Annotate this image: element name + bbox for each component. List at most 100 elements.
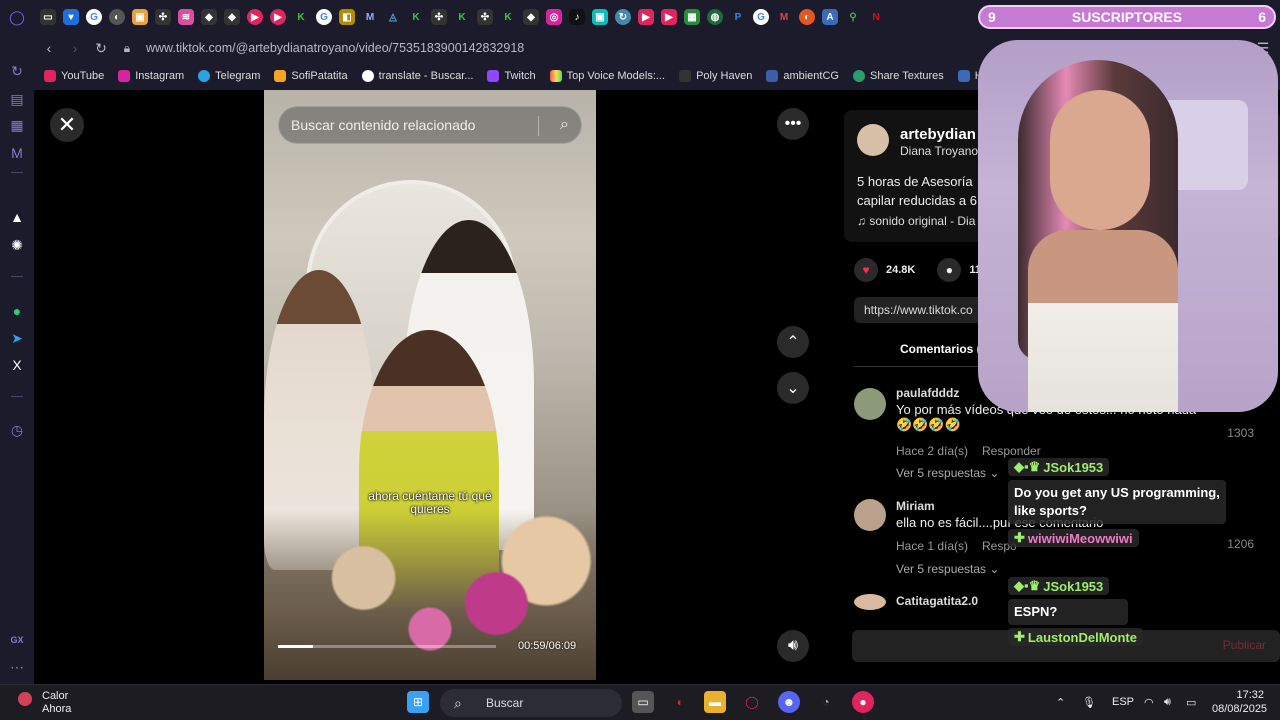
x-icon[interactable]: X bbox=[8, 356, 26, 374]
comment-icon[interactable]: ● bbox=[937, 258, 962, 282]
tab-icon[interactable]: ✣ bbox=[477, 9, 493, 25]
tab-icon[interactable]: ▣ bbox=[592, 9, 608, 25]
kick-icon[interactable]: K bbox=[293, 9, 309, 25]
bookmark-youtube[interactable]: YouTube bbox=[44, 70, 104, 82]
avatar[interactable] bbox=[854, 388, 886, 420]
bookmark-instagram[interactable]: Instagram bbox=[118, 70, 184, 82]
avatar[interactable] bbox=[854, 594, 886, 610]
clock[interactable]: 17:32 08/08/2025 bbox=[1212, 688, 1267, 716]
chevron-down-icon[interactable]: ⌄ bbox=[777, 372, 809, 404]
app-icon[interactable]: ◖ bbox=[668, 691, 690, 713]
discord-icon[interactable]: ☻ bbox=[778, 691, 800, 713]
tab-icon[interactable]: ✣ bbox=[431, 9, 447, 25]
telegram-icon[interactable]: ➤ bbox=[8, 329, 26, 347]
tab-icon[interactable]: A bbox=[822, 9, 838, 25]
tab-icon[interactable]: ◬ bbox=[385, 9, 401, 25]
app-icon[interactable]: ◔ bbox=[815, 691, 837, 713]
tab-icon[interactable]: ≋ bbox=[178, 9, 194, 25]
post-sound[interactable]: ♫ sonido original - Dia bbox=[857, 214, 975, 228]
reply-button[interactable]: Responder bbox=[982, 444, 1041, 458]
avatar[interactable] bbox=[854, 499, 886, 531]
kick-icon[interactable]: K bbox=[454, 9, 470, 25]
comment-author[interactable]: Miriam bbox=[896, 499, 935, 513]
view-replies-button[interactable]: Ver 5 respuestas ⌄ bbox=[896, 466, 999, 480]
chevron-up-icon[interactable]: ⌃ bbox=[777, 326, 809, 358]
opera-gx-icon[interactable]: ◯ bbox=[741, 691, 763, 713]
google-icon[interactable]: G bbox=[316, 9, 332, 25]
aria-icon[interactable]: ▲ bbox=[8, 208, 26, 226]
tab-icon[interactable]: ◐ bbox=[799, 9, 815, 25]
tab-icon[interactable]: ▶ bbox=[270, 9, 286, 25]
opera-logo-icon[interactable]: ◯ bbox=[8, 8, 26, 26]
twitch-icon[interactable]: ▦ bbox=[8, 116, 26, 134]
microphone-icon[interactable]: 🎙︎ bbox=[1082, 696, 1096, 709]
language-indicator[interactable]: ESP bbox=[1112, 696, 1134, 708]
reload-icon[interactable]: ↻ bbox=[90, 37, 112, 59]
tab-icon[interactable]: ↻ bbox=[615, 9, 631, 25]
bookmark-poly-haven[interactable]: Poly Haven bbox=[679, 70, 752, 82]
file-explorer-icon[interactable]: ▬ bbox=[704, 691, 726, 713]
volume-icon[interactable]: 🔊︎ bbox=[1164, 696, 1171, 709]
bookmark-top-voice-models[interactable]: Top Voice Models:... bbox=[549, 70, 665, 82]
video-player[interactable]: ahora cuéntame tú qué quieres Buscar con… bbox=[264, 90, 596, 680]
maps-icon[interactable]: ⚲ bbox=[845, 9, 861, 25]
tab-icon[interactable]: ◧ bbox=[339, 9, 355, 25]
chevron-up-icon[interactable]: ⌃ bbox=[1056, 696, 1065, 709]
chatgpt-icon[interactable]: ✺ bbox=[8, 236, 26, 254]
bookmark-sofipatatita[interactable]: SofiPatatita bbox=[274, 70, 348, 82]
tab-icon[interactable]: ◆ bbox=[523, 9, 539, 25]
view-replies-button[interactable]: Ver 5 respuestas ⌄ bbox=[896, 562, 999, 576]
forward-icon[interactable]: › bbox=[64, 37, 86, 59]
tab-icon[interactable]: ▦ bbox=[684, 9, 700, 25]
youtube-icon[interactable]: ▶ bbox=[661, 9, 677, 25]
bookmark-translate[interactable]: translate - Buscar... bbox=[361, 70, 473, 82]
refresh-icon[interactable]: ↻ bbox=[8, 62, 26, 80]
tab-icon[interactable]: ◆ bbox=[224, 9, 240, 25]
workspace-icon[interactable]: ▤ bbox=[8, 90, 26, 108]
netflix-icon[interactable]: N bbox=[868, 9, 884, 25]
bookmark-twitch[interactable]: Twitch bbox=[487, 70, 536, 82]
google-icon[interactable]: G bbox=[86, 9, 102, 25]
task-view-icon[interactable]: ▭ bbox=[632, 691, 654, 713]
bookmark-share-textures[interactable]: Share Textures bbox=[852, 70, 944, 82]
whatsapp-icon[interactable]: ● bbox=[8, 302, 26, 320]
kick-icon[interactable]: K bbox=[408, 9, 424, 25]
back-icon[interactable]: ‹ bbox=[38, 37, 60, 59]
weather-widget[interactable]: Calor Ahora bbox=[18, 690, 71, 716]
comment-author[interactable]: Catitagatita2.0 bbox=[896, 594, 978, 608]
tab-icon[interactable]: ✣ bbox=[155, 9, 171, 25]
url-field[interactable]: www.tiktok.com/@artebydianatroyano/video… bbox=[146, 41, 524, 55]
tab-icon[interactable]: ▭ bbox=[40, 9, 56, 25]
tab-icon[interactable]: ▶ bbox=[247, 9, 263, 25]
battery-icon[interactable]: ▭ bbox=[1186, 696, 1196, 709]
post-username[interactable]: artebydian bbox=[900, 126, 976, 143]
tab-comments[interactable]: Comentarios ( bbox=[900, 342, 981, 356]
google-icon[interactable]: G bbox=[753, 9, 769, 25]
volume-icon[interactable]: 🔊︎ bbox=[777, 630, 809, 662]
wifi-icon[interactable]: ◠ bbox=[1144, 696, 1154, 709]
bookmark-telegram[interactable]: Telegram bbox=[198, 70, 260, 82]
comment-author[interactable]: paulafdddz bbox=[896, 386, 959, 400]
kick-icon[interactable]: K bbox=[500, 9, 516, 25]
youtube-icon[interactable]: ▶ bbox=[638, 9, 654, 25]
more-icon[interactable]: ⋯ bbox=[8, 658, 26, 676]
avatar[interactable] bbox=[857, 124, 889, 156]
tab-icon[interactable]: ◍ bbox=[707, 9, 723, 25]
more-options-icon[interactable]: ••• bbox=[777, 108, 809, 140]
video-progress-bar[interactable] bbox=[278, 645, 496, 648]
obs-icon[interactable]: ● bbox=[852, 691, 874, 713]
tab-icon[interactable]: ◆ bbox=[201, 9, 217, 25]
tab-icon[interactable]: ◐ bbox=[109, 9, 125, 25]
bookmark-ambientcg[interactable]: ambientCG bbox=[766, 70, 839, 82]
messenger-icon[interactable]: M bbox=[8, 144, 26, 162]
instagram-icon[interactable]: ◎ bbox=[546, 9, 562, 25]
search-icon[interactable]: ⌕ bbox=[560, 116, 569, 134]
paypal-icon[interactable]: P bbox=[730, 9, 746, 25]
close-icon[interactable]: ✕ bbox=[50, 108, 84, 142]
taskbar-search[interactable]: ⌕ Buscar bbox=[440, 689, 622, 717]
gmail-icon[interactable]: M bbox=[776, 9, 792, 25]
tab-icon[interactable]: ♥ bbox=[63, 9, 79, 25]
windows-start-icon[interactable]: ⊞ bbox=[407, 691, 429, 713]
heart-icon[interactable]: ♥ bbox=[854, 258, 878, 282]
publish-button[interactable]: Publicar bbox=[1223, 638, 1266, 652]
